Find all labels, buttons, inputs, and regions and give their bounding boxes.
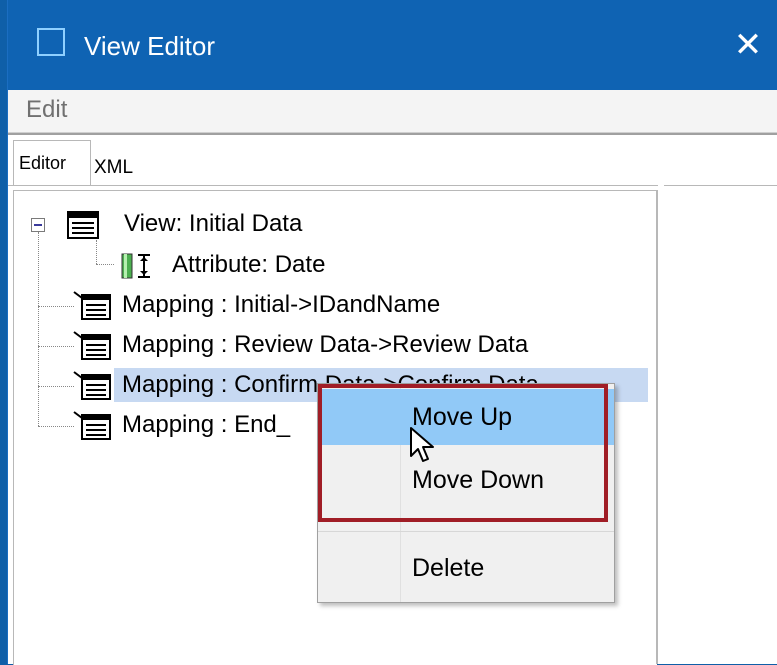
menu-bar: Edit <box>8 90 777 133</box>
mapping-icon <box>73 331 111 360</box>
tab-xml[interactable]: XML <box>94 157 133 179</box>
tree-item-label: Mapping : End_ <box>122 411 291 438</box>
view-editor-window: View Editor ✕ Edit Editor XML View: Init… <box>7 0 777 665</box>
collapse-toggle[interactable] <box>31 218 45 232</box>
menu-edit[interactable]: Edit <box>26 96 67 124</box>
menu-item-label: Delete <box>412 554 485 582</box>
tree-item-label: Mapping : Review Data->Review Data <box>122 331 529 358</box>
tree-item-label: Mapping : Initial->IDandName <box>122 291 441 318</box>
window-icon <box>37 28 65 56</box>
tab-strip: Editor XML <box>8 137 777 187</box>
mapping-icon <box>73 411 111 440</box>
mapping-icon <box>73 291 111 320</box>
tree-connector <box>38 306 74 307</box>
attribute-icon <box>121 253 150 279</box>
view-icon <box>67 211 99 239</box>
tab-baseline <box>664 185 777 186</box>
tree-connector <box>38 232 39 426</box>
annotation-highlight <box>318 384 608 522</box>
tree-connector <box>38 426 74 427</box>
tree-connector <box>38 346 74 347</box>
mouse-cursor-icon <box>410 427 434 462</box>
delete-menu-item[interactable]: Delete <box>318 540 614 596</box>
tree-item-label: View: Initial Data <box>124 210 303 237</box>
menu-separator <box>318 531 614 532</box>
tree-connector <box>96 264 114 265</box>
tree-connector <box>96 240 97 264</box>
title-bar[interactable]: View Editor ✕ <box>8 0 777 90</box>
mapping-icon <box>73 371 111 400</box>
tree-connector <box>38 386 74 387</box>
close-icon: ✕ <box>733 25 763 65</box>
divider <box>8 133 777 135</box>
properties-pane <box>656 190 777 664</box>
tab-baseline <box>8 185 658 186</box>
window-title: View Editor <box>84 31 216 61</box>
tree-item-label: Attribute: Date <box>172 251 326 278</box>
tab-editor[interactable]: Editor <box>13 140 91 185</box>
close-button[interactable]: ✕ <box>718 20 777 70</box>
